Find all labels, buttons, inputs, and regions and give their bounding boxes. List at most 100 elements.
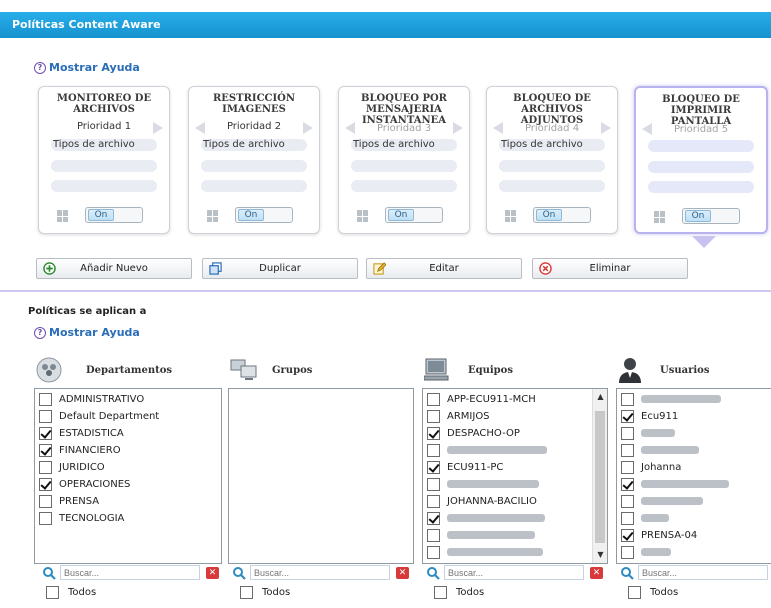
checkbox[interactable] xyxy=(434,585,447,599)
checkbox[interactable] xyxy=(621,460,634,474)
checkbox[interactable] xyxy=(39,494,52,508)
clear-search-icon[interactable]: ✕ xyxy=(590,566,603,579)
departments-list[interactable]: ADMINISTRATIVO Default Department ESTADI… xyxy=(34,388,222,564)
list-item[interactable]: ECU911-PC xyxy=(427,459,503,475)
delete-button[interactable]: Eliminar xyxy=(532,258,688,279)
checkbox[interactable] xyxy=(39,392,52,406)
list-item[interactable]: PRENSA-04 xyxy=(621,527,697,543)
checkbox[interactable] xyxy=(39,477,52,491)
list-item[interactable] xyxy=(621,510,669,526)
checkbox[interactable] xyxy=(427,409,440,423)
checkbox[interactable] xyxy=(427,460,440,474)
list-item[interactable] xyxy=(621,425,675,441)
show-help-link[interactable]: ? Mostrar Ayuda xyxy=(34,61,140,74)
duplicate-button[interactable]: Duplicar xyxy=(202,258,358,279)
checkbox[interactable] xyxy=(427,392,440,406)
move-left-arrow-icon[interactable] xyxy=(642,123,652,135)
checkbox[interactable] xyxy=(427,477,440,491)
list-item[interactable]: ADMINISTRATIVO xyxy=(39,391,144,407)
list-item[interactable]: Ecu911 xyxy=(621,408,678,424)
users-list[interactable]: Ecu911 Johanna PRENSA-04 xyxy=(616,388,771,564)
list-item[interactable] xyxy=(621,476,729,492)
move-left-arrow-icon[interactable] xyxy=(195,122,205,134)
checkbox[interactable] xyxy=(621,545,634,559)
list-item[interactable]: FINANCIERO xyxy=(39,442,121,458)
list-item[interactable] xyxy=(621,442,699,458)
checkbox[interactable] xyxy=(427,528,440,542)
policy-card-1[interactable]: MONITOREO DE ARCHIVOS Prioridad 1 Tipos d… xyxy=(38,86,170,234)
policy-card-4[interactable]: BLOQUEO DE ARCHIVOS ADJUNTOS Prioridad 4 T… xyxy=(486,86,618,234)
checkbox[interactable] xyxy=(39,443,52,457)
list-item[interactable] xyxy=(427,442,547,458)
scrollbar-thumb[interactable] xyxy=(595,411,605,543)
list-item[interactable]: PRENSA xyxy=(39,493,99,509)
checkbox[interactable] xyxy=(427,443,440,457)
checkbox[interactable] xyxy=(628,585,641,599)
checkbox[interactable] xyxy=(621,511,634,525)
list-item[interactable]: ESTADISTICA xyxy=(39,425,124,441)
policy-toggle[interactable]: On xyxy=(85,207,143,223)
checkbox[interactable] xyxy=(39,426,52,440)
checkbox[interactable] xyxy=(240,585,253,599)
policy-toggle[interactable]: On xyxy=(533,207,591,223)
checkbox[interactable] xyxy=(39,460,52,474)
list-item[interactable]: DESPACHO-OP xyxy=(427,425,520,441)
select-all-computers[interactable]: Todos xyxy=(434,584,484,600)
move-left-arrow-icon[interactable] xyxy=(493,122,503,134)
policy-toggle[interactable]: On xyxy=(235,207,293,223)
policy-card-5[interactable]: BLOQUEO DE IMPRIMIR PANTALLA Prioridad 5 O… xyxy=(634,86,768,234)
move-right-arrow-icon[interactable] xyxy=(303,122,313,134)
list-item[interactable] xyxy=(427,476,539,492)
list-item[interactable]: JURIDICO xyxy=(39,459,105,475)
list-item[interactable] xyxy=(427,510,545,526)
checkbox[interactable] xyxy=(427,426,440,440)
policy-toggle[interactable]: On xyxy=(682,208,740,224)
add-new-button[interactable]: Añadir Nuevo xyxy=(36,258,192,279)
policy-card-2[interactable]: RESTRICCIÓN IMAGENES Prioridad 2 Tipos de… xyxy=(188,86,320,234)
checkbox[interactable] xyxy=(621,409,634,423)
checkbox[interactable] xyxy=(621,443,634,457)
list-item[interactable]: Default Department xyxy=(39,408,159,424)
policy-card-3[interactable]: BLOQUEO POR MENSAJERIA INSTANTANEA Priorid… xyxy=(338,86,470,234)
list-item[interactable]: APP-ECU911-MCH xyxy=(427,391,536,407)
checkbox[interactable] xyxy=(427,511,440,525)
move-right-arrow-icon[interactable] xyxy=(453,122,463,134)
show-help-link[interactable]: ? Mostrar Ayuda xyxy=(34,326,140,339)
list-item[interactable] xyxy=(427,544,543,560)
checkbox[interactable] xyxy=(621,426,634,440)
checkbox[interactable] xyxy=(621,494,634,508)
computers-list[interactable]: APP-ECU911-MCH ARMIJOS DESPACHO-OP ECU91… xyxy=(422,388,608,564)
list-item[interactable]: JOHANNA-BACILIO xyxy=(427,493,537,509)
computers-search-input[interactable] xyxy=(444,565,584,580)
select-all-departments[interactable]: Todos xyxy=(46,584,96,600)
groups-search-input[interactable] xyxy=(250,565,390,580)
list-item[interactable] xyxy=(621,391,721,407)
scroll-up-arrow-icon[interactable]: ▲ xyxy=(593,389,607,405)
list-item[interactable] xyxy=(427,527,535,543)
clear-search-icon[interactable]: ✕ xyxy=(206,566,219,579)
move-left-arrow-icon[interactable] xyxy=(345,122,355,134)
departments-search-input[interactable] xyxy=(60,565,200,580)
list-item[interactable] xyxy=(621,544,671,560)
users-search-input[interactable] xyxy=(638,565,768,580)
move-right-arrow-icon[interactable] xyxy=(153,122,163,134)
checkbox[interactable] xyxy=(621,477,634,491)
checkbox[interactable] xyxy=(621,392,634,406)
scroll-down-arrow-icon[interactable]: ▼ xyxy=(593,547,607,563)
edit-button[interactable]: Editar xyxy=(366,258,522,279)
list-item[interactable]: Johanna xyxy=(621,459,681,475)
vertical-scrollbar[interactable]: ▲ ▼ xyxy=(592,389,607,563)
checkbox[interactable] xyxy=(427,494,440,508)
checkbox[interactable] xyxy=(39,409,52,423)
checkbox[interactable] xyxy=(46,585,59,599)
clear-search-icon[interactable]: ✕ xyxy=(396,566,409,579)
checkbox[interactable] xyxy=(39,511,52,525)
checkbox[interactable] xyxy=(427,545,440,559)
list-item[interactable]: ARMIJOS xyxy=(427,408,490,424)
list-item[interactable]: OPERACIONES xyxy=(39,476,130,492)
list-item[interactable] xyxy=(621,493,703,509)
list-item[interactable]: TECNOLOGIA xyxy=(39,510,124,526)
checkbox[interactable] xyxy=(621,528,634,542)
policy-toggle[interactable]: On xyxy=(385,207,443,223)
groups-list[interactable] xyxy=(228,388,414,564)
